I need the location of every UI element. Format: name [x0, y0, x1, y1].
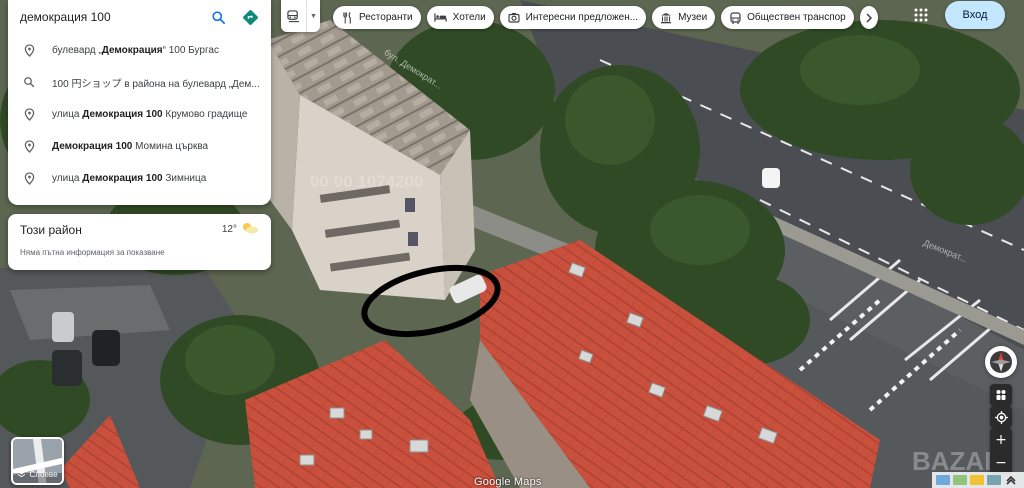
search-input[interactable]	[20, 10, 197, 24]
suggestion-item[interactable]: Демокрация 100 Момина църква	[8, 130, 271, 162]
area-title: Този район	[20, 222, 82, 237]
search-icon[interactable]	[207, 6, 229, 28]
place-pin-icon	[22, 107, 36, 121]
suggestion-item[interactable]: улица Демокрация 100 Зимница	[8, 162, 271, 194]
temperature: 12°	[221, 224, 237, 235]
transit-layers-control[interactable]: ▼	[281, 0, 320, 32]
search-icon	[22, 75, 36, 89]
directions-icon[interactable]	[239, 6, 261, 28]
search-bar	[8, 0, 271, 34]
search-panel: булевард „Демокрация“ 100 Бургас 100 円ショッ…	[8, 0, 271, 205]
layers-label: Слоеве	[29, 470, 58, 479]
zoom-controls: + −	[990, 428, 1012, 474]
place-pin-icon	[22, 171, 36, 185]
apps-grid-icon[interactable]	[910, 4, 932, 26]
weather: 12°	[222, 222, 259, 237]
chevron-right-icon[interactable]	[859, 6, 878, 29]
transit-icon[interactable]	[281, 0, 307, 32]
suggestion-bold: Демокрация 100	[52, 140, 133, 152]
suggestions-list: булевард „Демокрация“ 100 Бургас 100 円ショッ…	[8, 34, 271, 194]
chip-label: Музеи	[678, 12, 708, 23]
my-location-icon[interactable]	[990, 406, 1012, 428]
zoom-out-button[interactable]: −	[990, 451, 1012, 474]
imagery-thumb[interactable]	[970, 475, 984, 485]
chip-hotel[interactable]: Хотели	[426, 6, 494, 29]
suggestion-pre: улица	[52, 172, 83, 184]
layers-button[interactable]: Слоеве	[11, 437, 64, 485]
category-chips: Ресторанти Хотели Интересни предложен... Му…	[333, 6, 878, 29]
place-pin-icon	[22, 139, 36, 153]
suggestion-bold: Демокрация 100	[82, 108, 163, 120]
google-maps-attribution: Google Maps	[474, 476, 542, 488]
pegman-icon[interactable]	[990, 384, 1012, 406]
chip-restaurant[interactable]: Ресторанти	[333, 6, 421, 29]
chip-label: Ресторанти	[359, 12, 413, 23]
imagery-thumb[interactable]	[953, 475, 967, 485]
suggestion-text: улица Демокрация 100 Зимница	[52, 173, 262, 184]
suggestion-pre: булевард „	[52, 44, 102, 56]
chip-bus[interactable]: Обществен транспор	[721, 6, 854, 29]
compass-icon[interactable]	[985, 346, 1017, 378]
suggestion-rest: Бургас	[185, 44, 219, 56]
suggestion-item[interactable]: улица Демокрация 100 Крумово градище	[8, 98, 271, 130]
chip-camera[interactable]: Интересни предложен...	[499, 6, 647, 29]
suggestion-pre: 100 円ショップ в района на булевард „Дем...	[52, 78, 260, 90]
chip-label: Хотели	[452, 12, 486, 23]
hotel-icon	[434, 11, 448, 25]
museum-icon	[659, 11, 673, 25]
sunny-cloud-icon	[241, 222, 259, 237]
chip-museum[interactable]: Музеи	[652, 6, 716, 29]
suggestion-rest: Зимница	[162, 172, 207, 184]
camera-icon	[507, 11, 521, 25]
chip-label: Интересни предложен...	[525, 12, 639, 23]
chevron-down-icon[interactable]: ▼	[307, 13, 320, 20]
bus-icon	[728, 11, 742, 25]
suggestion-rest: Крумово градище	[162, 108, 248, 120]
restaurant-icon	[340, 11, 354, 25]
suggestion-rest: Момина църква	[132, 140, 209, 152]
suggestion-text: 100 円ショップ в района на булевард „Дем...	[52, 75, 262, 90]
suggestion-pre: улица	[52, 108, 83, 120]
suggestion-bold: Демокрация	[101, 44, 163, 56]
imagery-thumb[interactable]	[987, 475, 1001, 485]
traffic-info: Няма пътна информация за показване	[20, 248, 165, 257]
zoom-in-button[interactable]: +	[990, 428, 1012, 451]
layers-icon	[17, 469, 26, 480]
suggestion-item[interactable]: булевард „Демокрация“ 100 Бургас	[8, 34, 271, 66]
suggestion-mid: “ 100	[162, 44, 186, 56]
chip-label: Обществен транспор	[747, 12, 846, 23]
suggestion-bold: Демокрация 100	[82, 172, 163, 184]
suggestion-text: булевард „Демокрация“ 100 Бургас	[52, 45, 262, 56]
chevron-up-icon[interactable]	[1004, 474, 1018, 486]
place-pin-icon	[22, 43, 36, 57]
suggestion-item[interactable]: 100 円ショップ в района на булевард „Дем...	[8, 66, 271, 98]
login-button[interactable]: Вход	[945, 1, 1005, 29]
imagery-thumb[interactable]	[936, 475, 950, 485]
suggestion-text: улица Демокрация 100 Крумово градище	[52, 109, 262, 120]
area-card[interactable]: Този район 12° Няма пътна информация за …	[8, 214, 271, 270]
layers-label-row: Слоеве	[13, 469, 62, 480]
suggestion-text: Демокрация 100 Момина църква	[52, 141, 262, 152]
